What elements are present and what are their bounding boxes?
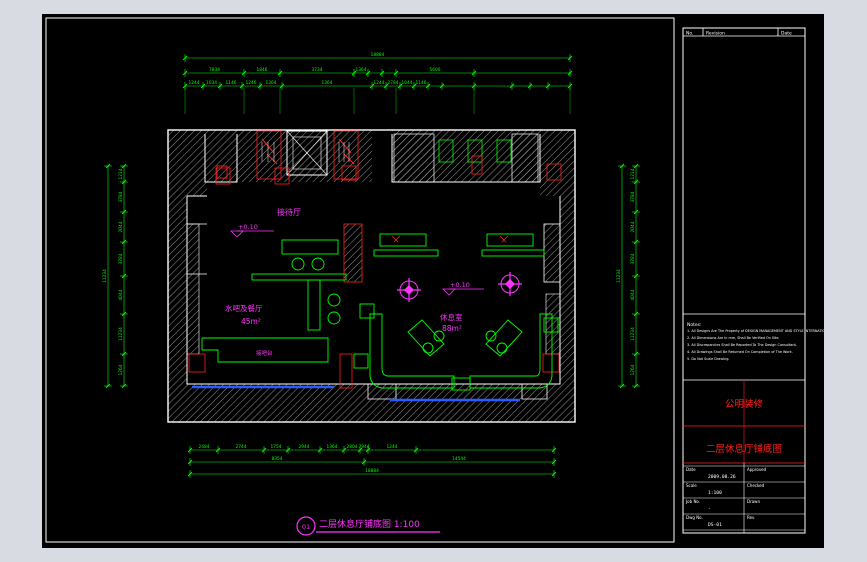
- level-reception: +0.10: [238, 223, 258, 231]
- dimension-label: 1846: [257, 67, 268, 73]
- tb-field-value: DS-01: [708, 522, 722, 528]
- tb-header-date: Date: [781, 31, 792, 37]
- drawing-title: 01 二层休息厅铺底图 1:100: [296, 516, 440, 536]
- tb-notes-title: Notes:: [687, 322, 702, 328]
- dimension-label: 1244: [189, 80, 200, 86]
- dimension-label: 1264: [118, 364, 124, 375]
- tb-field-value: -: [708, 507, 711, 512]
- dim-top-row2: 1244 1034 1146 1246 1364 1364 1244 2784 1044 1146: [182, 80, 573, 90]
- dimension-label: 2044: [118, 221, 124, 232]
- tb-field-label: Approved: [747, 467, 767, 472]
- tb-note: 1. All Designs Are The Property of DESIG…: [687, 329, 824, 333]
- tb-note: 5. Do Not Scale Drawing.: [687, 357, 729, 361]
- dim-right-inner: 1214 3784 2044 3784 4044 11234 1264: [630, 163, 640, 389]
- dimension-label: 1146: [226, 80, 237, 86]
- tb-note: 2. All Dimensions Are In mm, Shall Be Ve…: [687, 336, 780, 340]
- dimension-label: 1146: [416, 80, 427, 86]
- tb-field-value: 2009.08.26: [708, 474, 736, 480]
- title-block: No. Revision Date Notes: 1. All Designs …: [682, 27, 867, 534]
- dimension-label: 4044: [630, 289, 636, 300]
- dimension-label: 14544: [452, 456, 466, 462]
- dimension-label: 3734: [312, 67, 323, 73]
- title-badge: 01: [302, 523, 310, 531]
- dimension-label: 11234: [102, 269, 108, 283]
- dimension-label: 18884: [365, 468, 379, 474]
- label-bar: 水吧及餐厅: [225, 303, 263, 313]
- dimension-label: 2784: [388, 80, 399, 86]
- dim-right-total: 11234: [616, 163, 626, 389]
- tb-field-value: 1:100: [708, 490, 722, 496]
- dim-bottom-row2: 8354 14544: [187, 456, 557, 466]
- label-lounge-area: 88m²: [442, 324, 462, 333]
- dimension-label: 1246: [246, 80, 257, 86]
- dimension-label: 1364: [327, 444, 338, 450]
- tb-header-revision: Revision: [706, 31, 725, 37]
- dimension-label: 2804: [347, 444, 358, 450]
- tb-fields: Date 2009.08.26 Approved Scale 1:100 Checked J…: [683, 463, 805, 533]
- tb-field-label: Date: [686, 467, 696, 472]
- dimension-label: 2744: [236, 444, 247, 450]
- dimension-label: 7834: [209, 67, 220, 73]
- dimension-label: 1244: [387, 444, 398, 450]
- dimension-label: 2484: [199, 444, 210, 450]
- dimension-label: 11234: [118, 327, 124, 341]
- label-reception: 接待厅: [277, 207, 301, 217]
- dim-left-total: 11234: [102, 163, 112, 389]
- tb-field-label: Scale: [686, 483, 697, 488]
- dimension-label: 2944: [299, 444, 310, 450]
- dimension-label: 1034: [206, 80, 217, 86]
- tb-note: 4. All Drawings Shall Be Returned On Com…: [687, 350, 793, 354]
- dimension-label: 2044: [630, 221, 636, 232]
- drawing-sheet: No. Revision Date Notes: 1. All Designs …: [42, 14, 867, 548]
- dimension-label: 1214: [630, 168, 636, 179]
- tb-field-label: Rev.: [747, 515, 755, 520]
- floor-plan-svg: No. Revision Date Notes: 1. All Designs …: [45, 17, 867, 543]
- dimension-label: 11234: [630, 327, 636, 341]
- dimension-label: 3784: [118, 253, 124, 264]
- dim-top-row1: 7834 1846 3734 1364 5600: [182, 67, 573, 77]
- dim-bottom-row1: 2484 2744 1754 2944 1364 2804 7944 1244: [187, 444, 557, 454]
- dimension-label: 1364: [266, 80, 277, 86]
- annotations: 接待厅 +0.10 水吧及餐厅 45m² 休息室 88m² +0.10 接吧台: [225, 207, 522, 357]
- tb-header-no: No.: [686, 31, 693, 37]
- dim-top-total: 18884: [182, 52, 573, 62]
- tb-company: 公明装修: [725, 398, 764, 410]
- dimension-label: 1364: [322, 80, 333, 86]
- drawing-title-text: 二层休息厅铺底图 1:100: [319, 518, 420, 530]
- dimension-label: 3784: [630, 191, 636, 202]
- tb-sheet-title: 二层休息厅铺底图: [706, 443, 782, 455]
- tb-field-label: Checked: [747, 483, 765, 488]
- dimension-label: 1044: [402, 80, 413, 86]
- tb-notes: 1. All Designs Are The Property of DESIG…: [687, 329, 867, 361]
- dimension-label: 4044: [118, 289, 124, 300]
- label-counter: 接吧台: [256, 349, 273, 357]
- dimension-label: 1364: [356, 67, 367, 73]
- tb-field-label: Drawn: [747, 499, 760, 504]
- dimension-label: 1214: [118, 168, 124, 179]
- dim-bottom-total: 18884: [187, 468, 557, 478]
- dim-left-inner: 1214 3784 2044 3784 4044 11234 1264: [118, 163, 128, 389]
- dimension-label: 1264: [630, 364, 636, 375]
- label-bar-area: 45m²: [241, 317, 261, 326]
- dimension-label: 7944: [359, 444, 370, 450]
- dimension-label: 8354: [272, 456, 283, 462]
- level-lounge: +0.10: [450, 281, 470, 289]
- dimension-label: 18884: [371, 52, 385, 58]
- dimension-label: 11234: [616, 269, 622, 283]
- tb-field-label: Job No.: [685, 499, 700, 504]
- dimension-label: 5600: [430, 67, 441, 73]
- label-lounge: 休息室: [440, 312, 463, 322]
- dimension-label: 1754: [271, 444, 282, 450]
- dimension-label: 3784: [118, 191, 124, 202]
- dimension-label: 3784: [630, 253, 636, 264]
- tb-field-label: Dwg No.: [686, 515, 703, 520]
- tb-note: 3. All Discrepancies Shall Be Reported T…: [687, 343, 797, 347]
- dimension-label: 1244: [374, 80, 385, 86]
